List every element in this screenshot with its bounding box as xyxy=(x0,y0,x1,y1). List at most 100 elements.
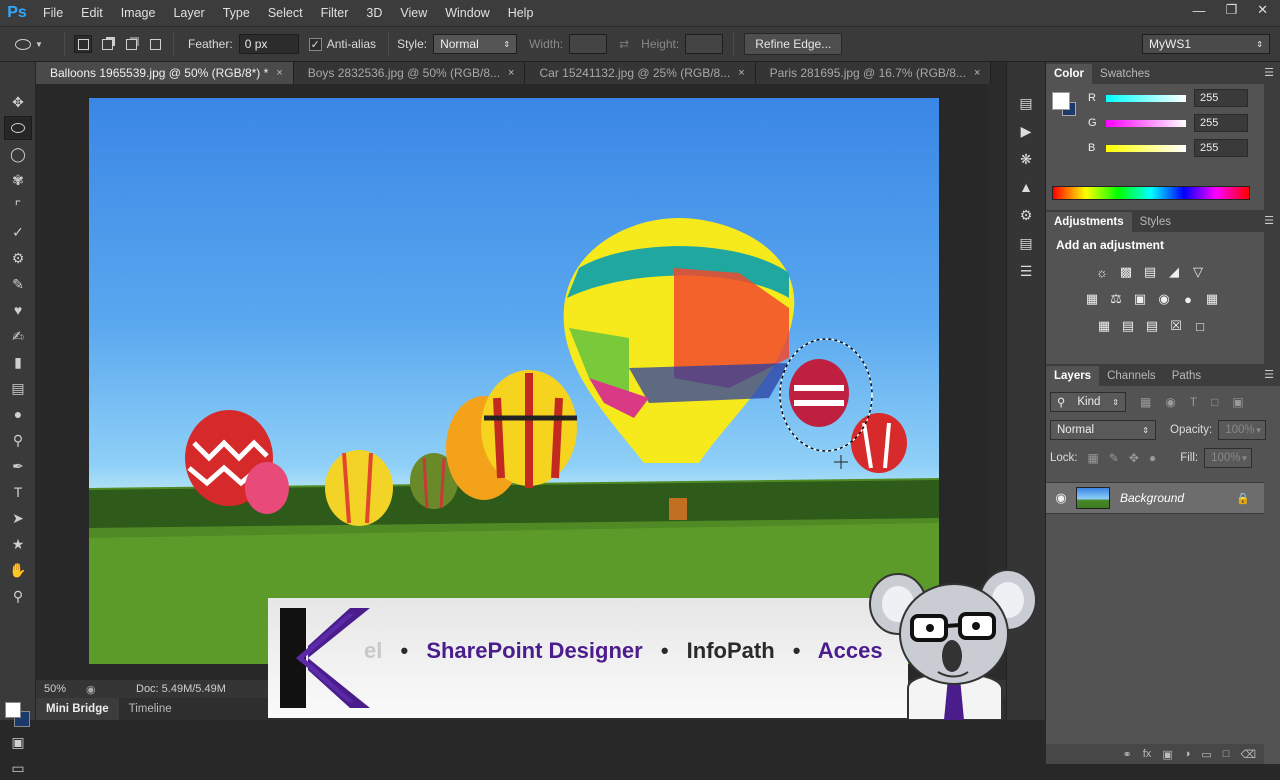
play-actions-icon[interactable]: ▶ xyxy=(1012,120,1040,142)
custom-shape-tool-icon[interactable]: ★ xyxy=(4,532,32,556)
eyedropper-tool-icon[interactable]: ✓ xyxy=(4,220,32,244)
lasso-tool-icon[interactable]: ◯ xyxy=(4,142,32,166)
tab-styles[interactable]: Styles xyxy=(1132,212,1179,232)
brush-tool-icon[interactable]: ✎ xyxy=(4,272,32,296)
gradient-map-icon[interactable]: ☒ xyxy=(1168,318,1184,334)
intersect-selection-button[interactable] xyxy=(146,35,164,53)
menu-image[interactable]: Image xyxy=(112,0,165,26)
brush-presets-icon[interactable]: ❋ xyxy=(1012,148,1040,170)
close-tab-icon[interactable]: × xyxy=(276,67,282,79)
add-to-selection-button[interactable] xyxy=(98,35,116,53)
blur-tool-icon[interactable]: ● xyxy=(4,402,32,426)
new-layer-icon[interactable]: □ xyxy=(1223,748,1230,760)
menu-window[interactable]: Window xyxy=(436,0,498,26)
tab-mini-bridge[interactable]: Mini Bridge xyxy=(36,698,119,720)
path-selection-tool-icon[interactable]: ➤ xyxy=(4,506,32,530)
posterize-icon[interactable]: ▤ xyxy=(1120,318,1136,334)
menu-edit[interactable]: Edit xyxy=(72,0,112,26)
tab-car[interactable]: Car 15241132.jpg @ 25% (RGB/8... × xyxy=(525,62,756,84)
curves-icon[interactable]: ▤ xyxy=(1142,264,1158,280)
move-tool-icon[interactable]: ✥ xyxy=(4,90,32,114)
layer-background[interactable]: ◉ Background 🔒 xyxy=(1046,482,1264,514)
status-arrow-icon[interactable]: ◉ xyxy=(86,683,106,696)
filter-type-icons[interactable]: ▦◉T□▣ xyxy=(1140,395,1258,409)
channel-mixer-icon[interactable]: ● xyxy=(1180,291,1196,307)
panel-menu-icon[interactable]: ☰ xyxy=(1264,66,1274,79)
balloons-photo[interactable] xyxy=(89,98,939,664)
pen-tool-icon[interactable]: ✒ xyxy=(4,454,32,478)
zoom-tool-icon[interactable]: ⚲ xyxy=(4,584,32,608)
character-icon[interactable]: ▤ xyxy=(1012,232,1040,254)
kind-filter-dropdown[interactable]: ⚲ Kind ⇕ xyxy=(1050,392,1126,412)
clone-source-icon[interactable]: ▲ xyxy=(1012,176,1040,198)
new-selection-button[interactable] xyxy=(74,35,92,53)
invert-icon[interactable]: ▦ xyxy=(1096,318,1112,334)
panel-menu-icon[interactable]: ☰ xyxy=(1264,368,1274,381)
zoom-level[interactable]: 50% xyxy=(36,683,86,695)
crop-tool-icon[interactable]: ⌜ xyxy=(4,194,32,218)
fx-icon[interactable]: fx xyxy=(1143,748,1152,760)
workspace-switcher[interactable]: MyWS1 ⇕ xyxy=(1142,34,1270,54)
opacity-input[interactable]: 100% ▼ xyxy=(1218,420,1267,440)
red-slider[interactable] xyxy=(1106,94,1186,102)
blue-value[interactable]: 255 xyxy=(1194,139,1248,157)
feather-input[interactable]: 0 px xyxy=(238,34,299,54)
clone-stamp-tool-icon[interactable]: ♥ xyxy=(4,298,32,322)
tool-preset-picker[interactable]: ▼ xyxy=(0,26,58,62)
tab-boys[interactable]: Boys 2832536.jpg @ 50% (RGB/8... × xyxy=(293,62,526,84)
tab-adjustments[interactable]: Adjustments xyxy=(1046,212,1132,232)
quick-selection-tool-icon[interactable]: ✾ xyxy=(4,168,32,192)
new-adjustment-layer-icon[interactable]: ◑ xyxy=(1184,748,1191,760)
tab-balloons[interactable]: Balloons 1965539.jpg @ 50% (RGB/8*) * × xyxy=(36,62,294,84)
elliptical-marquee-tool-icon[interactable] xyxy=(4,116,32,140)
tab-paris[interactable]: Paris 281695.jpg @ 16.7% (RGB/8... × xyxy=(755,62,992,84)
link-layers-icon[interactable]: ⚭ xyxy=(1123,748,1132,761)
red-value[interactable]: 255 xyxy=(1194,89,1248,107)
history-icon[interactable]: ▤ xyxy=(1012,92,1040,114)
green-slider[interactable] xyxy=(1106,119,1186,127)
healing-brush-tool-icon[interactable]: ⚙ xyxy=(4,246,32,270)
history-brush-tool-icon[interactable]: ✍ xyxy=(4,324,32,348)
levels-icon[interactable]: ▩ xyxy=(1118,264,1134,280)
color-spectrum-ramp[interactable] xyxy=(1052,186,1250,200)
tab-color[interactable]: Color xyxy=(1046,64,1093,84)
photo-filter-icon[interactable]: ◉ xyxy=(1156,291,1172,307)
tab-layers[interactable]: Layers xyxy=(1046,366,1100,386)
layer-name[interactable]: Background xyxy=(1120,491,1236,505)
selective-color-icon[interactable]: □ xyxy=(1192,318,1208,334)
fill-input[interactable]: 100% ▼ xyxy=(1204,448,1253,468)
add-mask-icon[interactable]: ▣ xyxy=(1162,748,1172,761)
close-tab-icon[interactable]: × xyxy=(974,67,980,79)
threshold-icon[interactable]: ▤ xyxy=(1144,318,1160,334)
menu-help[interactable]: Help xyxy=(499,0,543,26)
minimize-icon[interactable]: — xyxy=(1192,3,1205,18)
style-dropdown[interactable]: Normal ⇕ xyxy=(433,34,518,54)
tab-paths[interactable]: Paths xyxy=(1164,366,1209,386)
green-value[interactable]: 255 xyxy=(1194,114,1248,132)
exposure-icon[interactable]: ◢ xyxy=(1166,264,1182,280)
black-white-icon[interactable]: ▣ xyxy=(1132,291,1148,307)
menu-filter[interactable]: Filter xyxy=(312,0,358,26)
refine-edge-button[interactable]: Refine Edge... xyxy=(744,33,843,55)
close-icon[interactable]: ✕ xyxy=(1257,2,1268,18)
panel-menu-icon[interactable]: ☰ xyxy=(1264,214,1274,227)
menu-file[interactable]: File xyxy=(34,0,72,26)
brightness-contrast-icon[interactable]: ☼ xyxy=(1094,264,1110,280)
hand-tool-icon[interactable]: ✋ xyxy=(4,558,32,582)
tab-swatches[interactable]: Swatches xyxy=(1092,64,1158,84)
gradient-tool-icon[interactable]: ▤ xyxy=(4,376,32,400)
dodge-tool-icon[interactable]: ⚲ xyxy=(4,428,32,452)
close-tab-icon[interactable]: × xyxy=(738,67,744,79)
color-lookup-icon[interactable]: ▦ xyxy=(1204,291,1220,307)
menu-view[interactable]: View xyxy=(391,0,436,26)
menu-3d[interactable]: 3D xyxy=(357,0,391,26)
fg-color-chip[interactable] xyxy=(1052,92,1070,110)
close-tab-icon[interactable]: × xyxy=(508,67,514,79)
menu-select[interactable]: Select xyxy=(259,0,312,26)
paragraph-icon[interactable]: ☰ xyxy=(1012,260,1040,282)
new-group-icon[interactable]: ▭ xyxy=(1201,748,1211,761)
type-tool-icon[interactable]: T xyxy=(4,480,32,504)
restore-icon[interactable]: ❐ xyxy=(1225,2,1237,18)
antialias-checkbox[interactable]: ✓ xyxy=(308,37,322,51)
quick-mask-icon[interactable]: ▣ xyxy=(4,730,32,754)
